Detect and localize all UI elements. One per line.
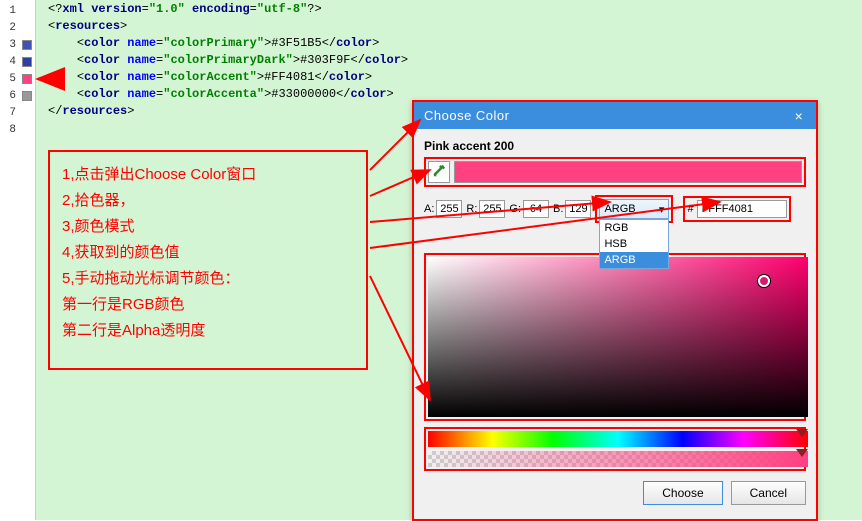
mode-dropdown: RGB HSB ARGB bbox=[599, 219, 669, 269]
line-number: 5 bbox=[4, 73, 16, 85]
color-mode-select[interactable]: ARGB ▾ bbox=[599, 199, 669, 219]
xml-attr: name bbox=[127, 36, 156, 50]
color-swatch[interactable] bbox=[22, 74, 32, 84]
color-swatch[interactable] bbox=[22, 91, 32, 101]
color-val-1: #303F9F bbox=[300, 53, 350, 67]
mode-opt-rgb[interactable]: RGB bbox=[600, 220, 668, 236]
mode-opt-argb[interactable]: ARGB bbox=[600, 252, 668, 268]
choose-color-dialog: Choose Color × Pink accent 200 A: R: G: … bbox=[412, 100, 818, 521]
color-swatch[interactable] bbox=[22, 40, 32, 50]
ann-line-3: 3,颜色模式 bbox=[62, 214, 354, 240]
dialog-titlebar[interactable]: Choose Color × bbox=[414, 102, 816, 129]
ann-line-2: 2,拾色器， bbox=[62, 188, 354, 214]
cancel-button[interactable]: Cancel bbox=[731, 481, 806, 505]
line-number: 7 bbox=[4, 107, 16, 119]
annotation-box: 1,点击弹出Choose Color窗口 2,拾色器， 3,颜色模式 4,获取到… bbox=[48, 150, 368, 370]
chevron-down-icon: ▾ bbox=[659, 203, 665, 216]
line-number: 4 bbox=[4, 56, 16, 68]
ann-line-4: 4,获取到的颜色值 bbox=[62, 240, 354, 266]
color-name-1: colorPrimaryDark bbox=[170, 53, 285, 67]
color-val-3: #33000000 bbox=[271, 87, 336, 101]
close-icon[interactable]: × bbox=[792, 109, 806, 123]
hex-input[interactable] bbox=[697, 200, 787, 218]
argb-row: A: R: G: B: ARGB ▾ RGB HSB ARGB # bbox=[424, 195, 806, 223]
saturation-value-field[interactable] bbox=[428, 257, 808, 417]
a-label: A: bbox=[424, 203, 434, 215]
line-number: 6 bbox=[4, 90, 16, 102]
color-preview bbox=[454, 161, 802, 183]
line-number: 3 bbox=[4, 39, 16, 51]
mode-group: ARGB ▾ RGB HSB ARGB bbox=[595, 195, 673, 223]
line-number: 8 bbox=[4, 124, 16, 136]
color-name-2: colorAccent bbox=[170, 70, 249, 84]
hex-group: # bbox=[683, 196, 790, 222]
gutter: 1 2 3 4 5 6 7 8 bbox=[0, 0, 36, 520]
line-number: 1 bbox=[4, 5, 16, 17]
xml-root-open: resources bbox=[55, 19, 120, 33]
eyedropper-icon bbox=[432, 165, 446, 179]
dialog-buttons: Choose Cancel bbox=[424, 481, 806, 509]
line-number: 2 bbox=[4, 22, 16, 34]
r-label: R: bbox=[466, 203, 477, 215]
dialog-title-text: Choose Color bbox=[424, 108, 510, 123]
alpha-overlay bbox=[428, 451, 808, 467]
sliders-wrap bbox=[424, 427, 806, 471]
alpha-thumb[interactable] bbox=[796, 449, 808, 457]
ann-line-5: 5,手动拖动光标调节颜色： bbox=[62, 266, 354, 292]
hue-slider[interactable] bbox=[428, 431, 808, 447]
hex-prefix: # bbox=[687, 203, 693, 215]
eyedropper-button[interactable] bbox=[428, 161, 450, 183]
xml-root-close: resources bbox=[62, 104, 127, 118]
preview-row bbox=[424, 157, 806, 187]
xml-encoding: utf-8 bbox=[264, 2, 300, 16]
ann-line-7: 第二行是Alpha透明度 bbox=[62, 318, 354, 344]
choose-button[interactable]: Choose bbox=[643, 481, 722, 505]
r-input[interactable] bbox=[479, 200, 505, 218]
g-input[interactable] bbox=[523, 200, 549, 218]
field-cursor[interactable] bbox=[758, 275, 770, 287]
mode-opt-hsb[interactable]: HSB bbox=[600, 236, 668, 252]
ann-line-6: 第一行是RGB颜色 bbox=[62, 292, 354, 318]
hue-thumb[interactable] bbox=[796, 429, 808, 437]
color-swatch[interactable] bbox=[22, 57, 32, 67]
color-name-label: Pink accent 200 bbox=[424, 139, 806, 153]
color-val-0: #3F51B5 bbox=[271, 36, 321, 50]
g-label: G: bbox=[509, 203, 521, 215]
color-field-wrap bbox=[424, 253, 806, 421]
color-name-0: colorPrimary bbox=[170, 36, 256, 50]
a-input[interactable] bbox=[436, 200, 462, 218]
b-input[interactable] bbox=[565, 200, 591, 218]
ann-line-1: 1,点击弹出Choose Color窗口 bbox=[62, 162, 354, 188]
xml-el: color bbox=[84, 36, 120, 50]
color-val-2: #FF4081 bbox=[264, 70, 314, 84]
color-name-3: colorAccenta bbox=[170, 87, 256, 101]
alpha-slider[interactable] bbox=[428, 451, 808, 467]
xml-version: 1.0 bbox=[156, 2, 178, 16]
mode-selected: ARGB bbox=[604, 203, 635, 215]
b-label: B: bbox=[553, 203, 563, 215]
